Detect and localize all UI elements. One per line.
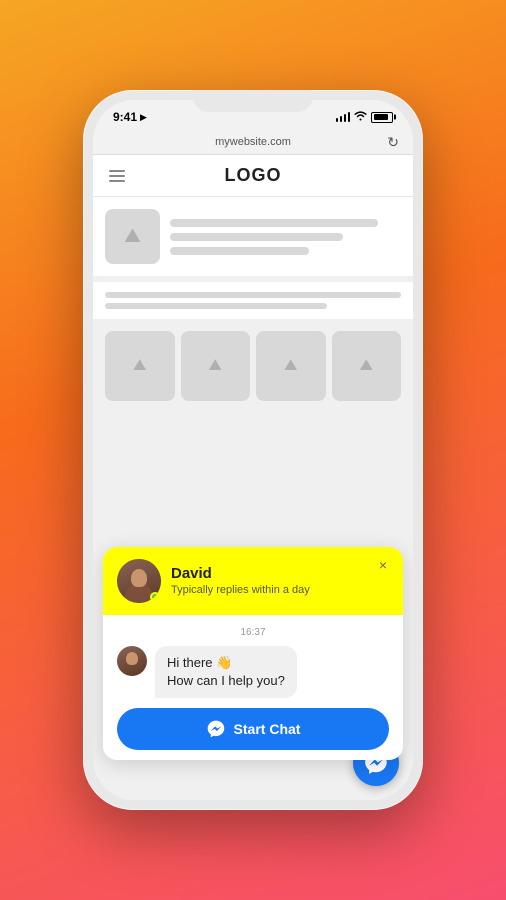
signal-icon [336, 112, 351, 122]
hero-section: ⛰ [93, 197, 413, 276]
battery-icon [371, 112, 393, 123]
card-image-icon-3: ⛰ [284, 357, 297, 375]
status-icons [336, 111, 394, 124]
card-2: ⛰ [181, 331, 251, 401]
chat-close-button[interactable]: × [373, 555, 393, 575]
card-image-icon-1: ⛰ [133, 357, 146, 375]
start-chat-label: Start Chat [234, 721, 301, 737]
online-status-dot [150, 592, 160, 602]
hero-line-1 [170, 219, 378, 227]
chat-body: 16:37 Hi there 👋 How can I help you? [103, 615, 403, 760]
phone-frame: 9:41 ▶ myweb [83, 90, 423, 810]
card-image-icon-2: ⛰ [209, 357, 222, 375]
wifi-icon [354, 111, 367, 124]
card-image-icon-4: ⛰ [360, 357, 373, 375]
site-header: LOGO [93, 155, 413, 197]
message-line-2: How can I help you? [167, 673, 285, 688]
hero-line-3 [170, 247, 309, 255]
agent-info: David Typically replies within a day [171, 565, 389, 596]
message-row: Hi there 👋 How can I help you? [117, 646, 389, 698]
cards-grid: ⛰ ⛰ ⛰ ⛰ [93, 325, 413, 407]
browser-url: mywebsite.com [215, 136, 291, 148]
browser-bar: mywebsite.com ↻ [93, 130, 413, 155]
messenger-icon [206, 719, 226, 739]
card-4: ⛰ [332, 331, 402, 401]
hero-text-lines [170, 219, 401, 255]
chat-popup: David Typically replies within a day × 1… [103, 547, 403, 760]
chat-header: David Typically replies within a day × [103, 547, 403, 615]
card-1: ⛰ [105, 331, 175, 401]
card-3: ⛰ [256, 331, 326, 401]
phone-notch [193, 90, 313, 112]
agent-name: David [171, 565, 389, 582]
content-lines [93, 282, 413, 319]
site-logo: LOGO [225, 165, 282, 186]
message-avatar [117, 646, 147, 676]
start-chat-button[interactable]: Start Chat [117, 708, 389, 750]
message-timestamp: 16:37 [117, 627, 389, 638]
status-time: 9:41 [113, 110, 137, 124]
location-arrow-icon: ▶ [140, 112, 147, 123]
website-content: LOGO ⛰ [93, 155, 413, 800]
hero-line-2 [170, 233, 343, 241]
content-line-1 [105, 292, 401, 298]
message-bubble: Hi there 👋 How can I help you? [155, 646, 297, 698]
content-line-2 [105, 303, 327, 309]
refresh-icon[interactable]: ↻ [387, 134, 399, 151]
phone-screen: 9:41 ▶ myweb [93, 100, 413, 800]
hamburger-menu-icon[interactable] [109, 170, 125, 182]
agent-subtitle: Typically replies within a day [171, 584, 389, 596]
hero-image: ⛰ [105, 209, 160, 264]
agent-avatar [117, 559, 161, 603]
image-placeholder-icon: ⛰ [124, 225, 141, 248]
message-line-1: Hi there 👋 [167, 655, 232, 670]
